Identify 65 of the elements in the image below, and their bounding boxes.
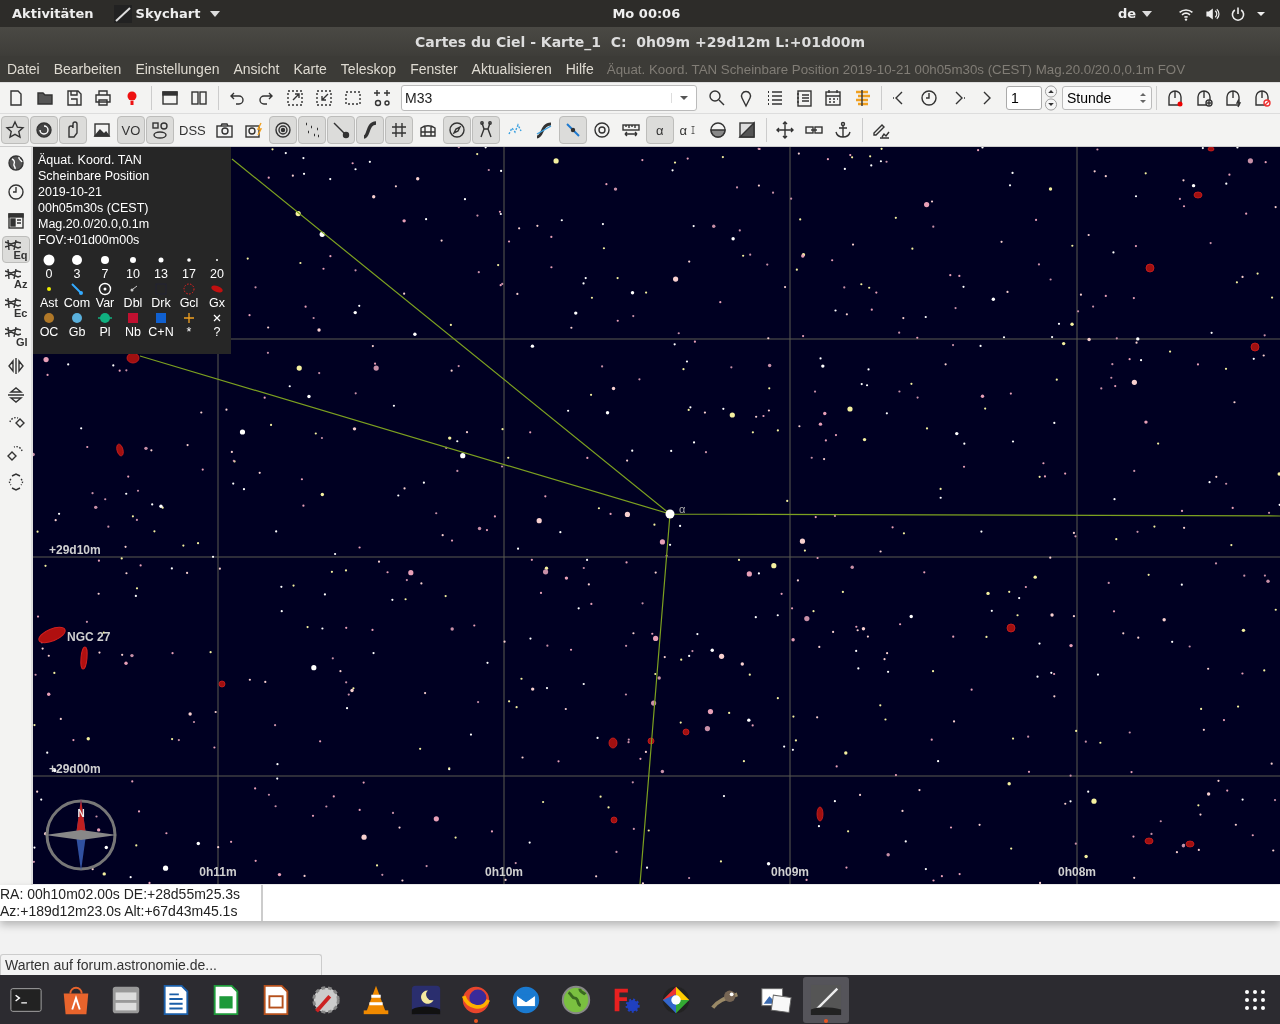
coordinates-text: Az:+189d12m23.0s Alt:+67d43m45.1s	[0, 903, 239, 920]
legend-label: ?	[213, 325, 221, 340]
coordinates-text: RA: 00h10m02.00s DE:+28d55m25.3s	[0, 886, 242, 903]
legend-text: 2019-10-21	[38, 184, 103, 200]
legend-text: 00h05m30s (CEST)	[38, 200, 150, 216]
legend-label: Gcl	[179, 296, 199, 311]
object-search-field[interactable]: M33	[401, 85, 697, 111]
legend-text: Mag.20.0/20.0,0.1m	[38, 216, 151, 232]
menu-item[interactable]: Teleskop	[333, 61, 404, 77]
toolbar-button[interactable]: Az	[1, 265, 30, 292]
object-label: NGC 27	[67, 630, 111, 644]
right-ascension-label: 0h09m	[771, 865, 809, 879]
magnitude-label: 0	[45, 267, 53, 282]
toolbar-button[interactable]: DSS	[175, 116, 210, 144]
time-unit-select[interactable]: Stunde	[1062, 86, 1152, 110]
loading-status: Warten auf forum.astronomie.de...	[0, 954, 322, 975]
legend-text: FOV:+01d00m00s	[38, 232, 141, 248]
compass-drawing: N	[45, 799, 117, 871]
legend-label: Gb	[68, 325, 86, 340]
toolbar-button[interactable]: Eq	[1, 236, 30, 263]
legend-label: Drk	[151, 296, 171, 311]
right-ascension-label: 0h08m	[1058, 865, 1096, 879]
legend-label: Com	[63, 296, 91, 311]
toolbar-button[interactable]: Gl	[1, 323, 30, 350]
magnitude-label: 20	[210, 267, 224, 282]
magnitude-label: 13	[154, 267, 168, 282]
legend-label: Gx	[209, 296, 225, 311]
menu-item[interactable]: Hilfe	[558, 61, 601, 77]
magnitude-label: 7	[101, 267, 109, 282]
toolbar-button[interactable]: α	[674, 116, 703, 144]
magnitude-label: 10	[126, 267, 140, 282]
chart-info: Äquat. Koord. TAN Scheinbare Position 2019-10-21 00h05m30s (CEST) Mag.20.0/20.0,0.1m FOV	[606, 61, 1185, 77]
app-menu[interactable]: Skychart	[105, 4, 229, 23]
legend-label: Ast	[39, 296, 59, 311]
legend-text: Äquat. Koord. TAN	[38, 152, 143, 168]
declination-label: +29d00m	[49, 762, 101, 776]
magnitude-label: 17	[182, 267, 196, 282]
menu-item[interactable]: Bearbeiten	[46, 61, 129, 77]
menu-item[interactable]: Karte	[286, 61, 334, 77]
language-menu[interactable]: de	[1117, 6, 1152, 21]
right-ascension-label: 0h11m	[199, 865, 237, 879]
step-field[interactable]: 1	[1006, 86, 1042, 110]
declination-label: +29d10m	[49, 543, 101, 557]
clock[interactable]: Mo 00:06	[612, 6, 681, 21]
legend-label: C+N	[148, 325, 174, 340]
menu-item[interactable]: Einstellungen	[128, 61, 227, 77]
toolbar-button[interactable]: α	[645, 116, 674, 144]
magnitude-label: 3	[73, 267, 81, 282]
menu-item[interactable]: Ansicht	[226, 61, 287, 77]
right-ascension-label: 0h10m	[485, 865, 523, 879]
legend-text: Scheinbare Position	[38, 168, 151, 184]
menu-item[interactable]: Aktualisieren	[464, 61, 559, 77]
menu-item[interactable]: Datei	[0, 61, 47, 77]
legend-label: *	[186, 325, 192, 340]
legend-label: Dbl	[123, 296, 143, 311]
toolbar-button[interactable]: VO	[117, 116, 145, 144]
legend-label: Nb	[125, 325, 141, 340]
window-title: Cartes du Ciel - Karte_1 C: 0h09m +29d12m L:+01d00m	[0, 27, 1280, 56]
star-label: α	[679, 503, 686, 515]
menu-item[interactable]: Fenster	[403, 61, 465, 77]
legend-label: OC	[39, 325, 59, 340]
legend-label: Pl	[99, 325, 111, 340]
legend-label: Var	[95, 296, 115, 311]
activities-button[interactable]: Aktivitäten	[0, 6, 106, 21]
toolbar-button[interactable]: Ec	[1, 294, 30, 321]
